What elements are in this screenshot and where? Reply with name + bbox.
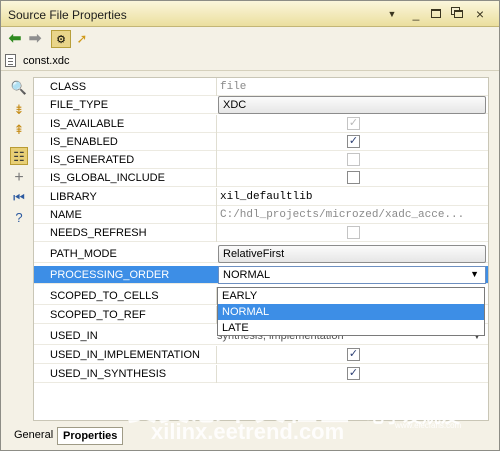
property-value: xil_defaultlib — [220, 191, 313, 203]
property-row-is-global-include[interactable]: IS_GLOBAL_INCLUDE — [34, 169, 488, 187]
column-divider — [216, 169, 217, 187]
toolbar: ⬅ ➡ ⚙ ➚ — [1, 28, 499, 50]
property-row-is-available[interactable]: IS_AVAILABLE ✓ — [34, 115, 488, 133]
tab-general[interactable]: General — [9, 427, 58, 445]
property-grid: CLASS file FILE_TYPE XDC IS_AVAILABLE ✓ … — [33, 77, 489, 421]
property-name: SCOPED_TO_REF — [50, 309, 146, 321]
property-row-class[interactable]: CLASS file — [34, 78, 488, 96]
add-icon[interactable]: + — [10, 169, 28, 187]
processing-order-combo[interactable]: NORMAL ▼ — [218, 266, 486, 284]
property-name: NAME — [50, 209, 82, 221]
property-name: USED_IN_IMPLEMENTATION — [50, 349, 200, 361]
processing-order-dropdown: EARLY NORMAL LATE — [217, 287, 485, 336]
column-divider — [216, 151, 217, 169]
column-divider — [216, 133, 217, 151]
property-name: LIBRARY — [50, 191, 97, 203]
property-name: NEEDS_REFRESH — [50, 227, 147, 239]
property-name: IS_GENERATED — [50, 154, 135, 166]
window-menu-icon[interactable]: ▼ — [385, 7, 399, 21]
column-divider — [216, 365, 217, 383]
file-icon — [5, 54, 16, 67]
select-objects-icon[interactable]: ⚙ — [51, 30, 71, 48]
column-divider — [216, 224, 217, 242]
search-icon[interactable]: 🔍 — [10, 79, 28, 97]
property-row-is-enabled[interactable]: IS_ENABLED ✓ — [34, 133, 488, 151]
dropdown-option-late[interactable]: LATE — [218, 320, 484, 336]
file-name: const.xdc — [23, 55, 70, 67]
property-row-is-generated[interactable]: IS_GENERATED — [34, 151, 488, 169]
maximize-icon[interactable] — [429, 7, 443, 21]
watermark-logo: 电子发烧友 www.elecfans.com — [365, 401, 495, 431]
property-name: FILE_TYPE — [50, 99, 109, 111]
first-icon[interactable]: ⏮ — [10, 189, 28, 207]
path-mode-combo[interactable]: RelativeFirst — [218, 245, 486, 263]
pointer-icon[interactable]: ➚ — [72, 30, 92, 48]
restore-icon[interactable] — [451, 7, 465, 21]
property-row-processing-order[interactable]: PROCESSING_ORDER NORMAL ▼ — [34, 266, 488, 284]
forward-icon[interactable]: ➡ — [25, 30, 45, 48]
property-row-used-in-implementation[interactable]: USED_IN_IMPLEMENTATION ✓ — [34, 346, 488, 364]
window-title: Source File Properties — [8, 8, 127, 22]
source-file-properties-window: Source File Properties ▼ _ × ⬅ ➡ ⚙ ➚ con… — [0, 0, 500, 451]
file-row: const.xdc — [1, 51, 499, 71]
expand-all-icon[interactable]: ⇞ — [10, 121, 28, 139]
property-row-needs-refresh[interactable]: NEEDS_REFRESH — [34, 224, 488, 242]
is-global-include-checkbox[interactable] — [347, 171, 360, 184]
column-divider — [216, 188, 217, 206]
sidebar-toolbar: 🔍 ⇟ ⇞ ☷ + ⏮ ? — [7, 75, 31, 245]
minimize-icon[interactable]: _ — [409, 7, 423, 21]
property-name: PROCESSING_ORDER — [50, 269, 170, 281]
property-name: USED_IN_SYNTHESIS — [50, 368, 167, 380]
property-row-name[interactable]: NAME C:/hdl_projects/microzed/xadc_acce.… — [34, 206, 488, 224]
column-divider — [216, 115, 217, 133]
used-in-synthesis-checkbox[interactable]: ✓ — [347, 367, 360, 380]
chevron-down-icon[interactable]: ▼ — [470, 269, 479, 279]
property-row-path-mode[interactable]: PATH_MODE RelativeFirst — [34, 245, 488, 263]
is-generated-checkbox — [347, 153, 360, 166]
dropdown-option-early[interactable]: EARLY — [218, 288, 484, 304]
column-divider — [216, 206, 217, 224]
property-name: PATH_MODE — [50, 248, 117, 260]
property-name: CLASS — [50, 81, 87, 93]
back-icon[interactable]: ⬅ — [5, 30, 25, 48]
property-value: C:/hdl_projects/microzed/xadc_acce... — [220, 209, 465, 221]
property-name: IS_GLOBAL_INCLUDE — [50, 172, 165, 184]
watermark-logo-url: www.elecfans.com — [395, 421, 462, 430]
help-icon[interactable]: ? — [10, 209, 28, 227]
combo-value: NORMAL — [223, 269, 271, 281]
property-row-file-type[interactable]: FILE_TYPE XDC — [34, 96, 488, 114]
used-in-implementation-checkbox[interactable]: ✓ — [347, 348, 360, 361]
column-divider — [216, 78, 217, 96]
property-name: IS_ENABLED — [50, 136, 118, 148]
property-row-library[interactable]: LIBRARY xil_defaultlib — [34, 188, 488, 206]
watermark-url: xilinx.eetrend.com — [151, 419, 345, 444]
property-name: IS_AVAILABLE — [50, 118, 125, 130]
is-available-checkbox: ✓ — [347, 117, 360, 130]
tab-properties[interactable]: Properties — [57, 427, 124, 445]
group-icon[interactable]: ☷ — [10, 147, 28, 165]
collapse-all-icon[interactable]: ⇟ — [10, 101, 28, 119]
property-name: USED_IN — [50, 330, 98, 342]
property-value: file — [220, 81, 247, 93]
dropdown-option-normal[interactable]: NORMAL — [218, 304, 484, 320]
property-name: SCOPED_TO_CELLS — [50, 290, 159, 302]
close-icon[interactable]: × — [473, 7, 487, 21]
needs-refresh-checkbox — [347, 226, 360, 239]
property-row-used-in-synthesis[interactable]: USED_IN_SYNTHESIS ✓ — [34, 365, 488, 383]
file-type-combo[interactable]: XDC — [218, 96, 486, 114]
title-bar: Source File Properties ▼ _ × — [1, 1, 499, 27]
column-divider — [216, 346, 217, 364]
is-enabled-checkbox[interactable]: ✓ — [347, 135, 360, 148]
